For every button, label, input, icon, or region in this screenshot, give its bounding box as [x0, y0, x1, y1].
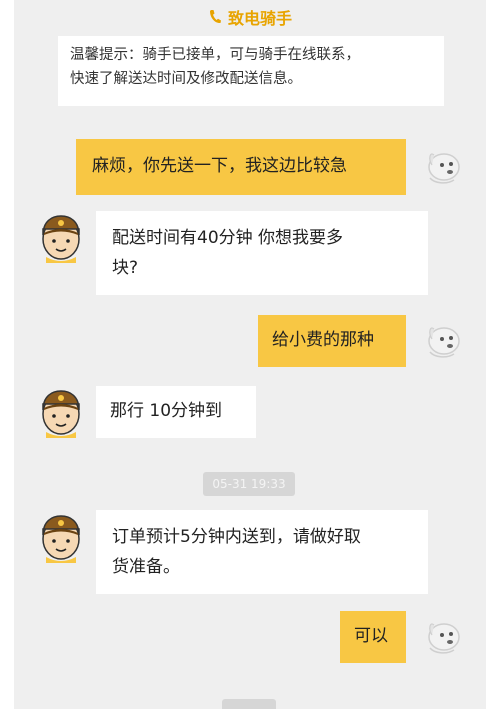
message-bubble-outgoing[interactable]: 给小费的那种 — [258, 315, 406, 367]
notice-line-1: 温馨提示：骑手已接单，可与骑手在线联系， — [70, 47, 360, 63]
message-bubble-outgoing[interactable]: 可以 — [340, 611, 406, 663]
rider-avatar-icon[interactable] — [38, 213, 84, 263]
system-notice: 温馨提示：骑手已接单，可与骑手在线联系， 快速了解送达时间及修改配送信息。 — [58, 36, 444, 106]
message-text: 那行 10分钟到 — [110, 401, 223, 421]
dog-avatar-icon[interactable] — [420, 613, 464, 657]
call-rider-button[interactable]: 致电骑手 — [14, 0, 486, 34]
notice-line-2: 快速了解送达时间及修改配送信息。 — [70, 71, 302, 87]
message-bubble-outgoing[interactable]: 麻烦，你先送一下，我这边比较急 — [76, 139, 406, 195]
chat-screen: 致电骑手 温馨提示：骑手已接单，可与骑手在线联系， 快速了解送达时间及修改配送信… — [14, 0, 486, 709]
message-text: 麻烦，你先送一下，我这边比较急 — [92, 156, 347, 176]
message-text: 订单预计5分钟内送到，请做好取 — [112, 527, 361, 547]
message-text: 配送时间有40分钟 你想我要多 — [112, 228, 344, 248]
call-rider-label: 致电骑手 — [227, 9, 292, 28]
dog-avatar-icon[interactable] — [420, 143, 464, 187]
message-bubble-incoming[interactable]: 订单预计5分钟内送到，请做好取 货准备。 — [96, 510, 428, 594]
message-text: 可以 — [354, 626, 388, 646]
phone-icon — [209, 10, 221, 24]
message-text-continued: 块? — [112, 258, 139, 278]
message-timestamp: 05-31 19:33 — [203, 472, 295, 496]
message-text-continued: 货准备。 — [112, 557, 180, 577]
message-bubble-incoming[interactable]: 配送时间有40分钟 你想我要多 块? — [96, 211, 428, 295]
message-text: 给小费的那种 — [272, 330, 374, 350]
message-bubble-incoming[interactable]: 那行 10分钟到 — [96, 386, 256, 438]
dog-avatar-icon[interactable] — [420, 317, 464, 361]
rider-avatar-icon[interactable] — [38, 513, 84, 563]
message-timestamp-partial — [222, 699, 276, 709]
rider-avatar-icon[interactable] — [38, 388, 84, 438]
